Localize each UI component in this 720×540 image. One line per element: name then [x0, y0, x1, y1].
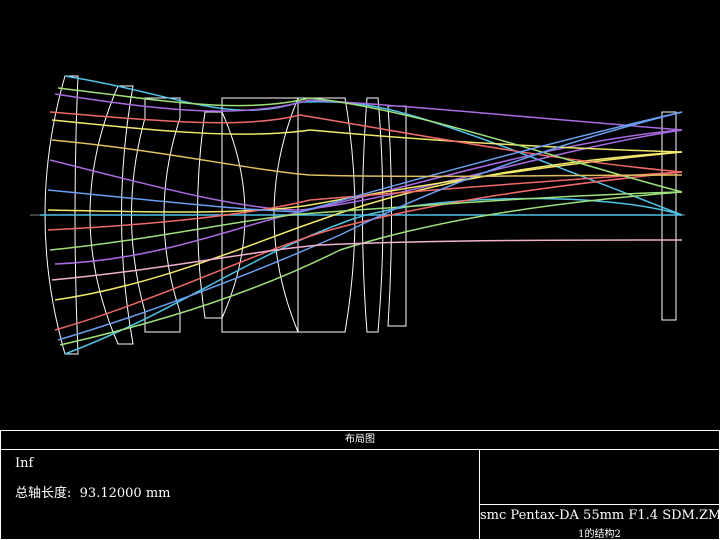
total-length-line: 总轴长度: 93.12000 mm [15, 482, 170, 501]
ray-path [54, 151, 683, 301]
inf-label: Inf [15, 456, 34, 471]
sensor-plate [661, 111, 677, 321]
ray-path [49, 129, 683, 211]
ray-path [57, 111, 683, 341]
lens-element-8 [387, 105, 407, 327]
layout-info-panel: 布局图 Inf 总轴长度: 93.12000 mm smc Pentax-DA … [0, 430, 720, 540]
ray-path [51, 239, 683, 281]
configuration-label: 1的结构2 [578, 529, 621, 540]
info-right-top-cell [480, 450, 719, 504]
info-left-cell: Inf 总轴长度: 93.12000 mm [1, 450, 479, 539]
total-length-value: 93.12000 mm [79, 486, 171, 501]
ray-path [51, 139, 683, 178]
total-length-label: 总轴长度: [15, 486, 72, 501]
ray-bundles [40, 75, 683, 355]
ray-path [51, 119, 683, 153]
info-right-bottom-cell: smc Pentax-DA 55mm F1.4 SDM.ZMX 1的结构2 [480, 505, 720, 540]
ray-path [54, 129, 683, 265]
file-name: smc Pentax-DA 55mm F1.4 SDM.ZMX [480, 508, 720, 523]
lens-layout-diagram [30, 75, 685, 355]
panel-title: 布局图 [1, 431, 719, 449]
